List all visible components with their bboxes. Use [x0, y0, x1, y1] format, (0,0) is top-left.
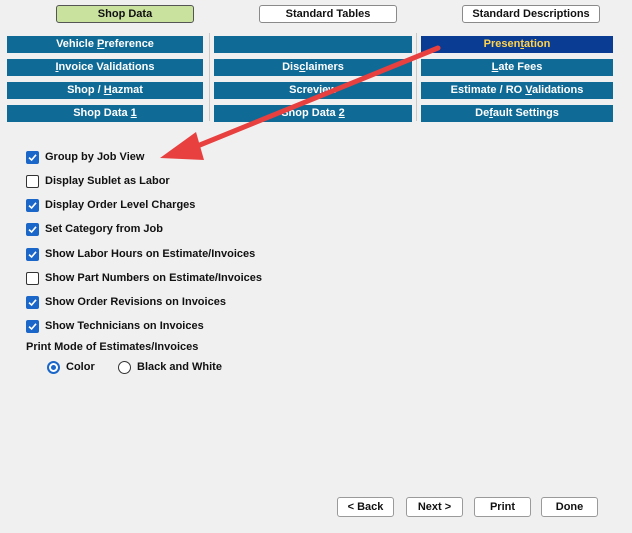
subtab-label-part: ate Fees — [498, 61, 543, 73]
subtab-label-part: nvoice Validations — [58, 61, 155, 73]
subtab-label-part: Shop Data — [73, 107, 131, 119]
subtab-label-part: view — [313, 84, 337, 96]
checkbox-show-technicians-on-invoices[interactable] — [26, 319, 39, 333]
subtab-label-part: ault Settings — [492, 107, 559, 119]
tab-standard-descriptions[interactable]: Standard Descriptions — [462, 5, 600, 23]
subtab-blank[interactable] — [214, 36, 412, 53]
option-show-technicians-on-invoices[interactable]: Show Technicians on Invoices — [26, 319, 204, 333]
subtab-label-part: azmat — [111, 84, 143, 96]
radio-black-and-white[interactable]: Black and White — [118, 360, 222, 374]
annotation-arrow-icon — [160, 45, 441, 160]
subtab-label-part: Shop Data — [281, 107, 339, 119]
radio-color-indicator[interactable] — [47, 360, 60, 374]
subtab-label-part: Shop / — [67, 84, 104, 96]
checkmark-icon — [28, 225, 37, 233]
checkmark-icon — [28, 153, 37, 161]
subtab-label-part: reference — [104, 38, 154, 50]
option-group-by-job-view[interactable]: Group by Job View — [26, 150, 144, 164]
subtab-invoice-validations[interactable]: Invoice Validations — [7, 59, 203, 76]
option-display-sublet-as-labor[interactable]: Display Sublet as Labor — [26, 174, 170, 188]
subtab-late-fees[interactable]: Late Fees — [421, 59, 613, 76]
next-button[interactable]: Next > — [406, 497, 463, 517]
option-label: Show Part Numbers on Estimate/Invoices — [45, 272, 263, 284]
option-label: Display Sublet as Labor — [45, 175, 170, 187]
checkmark-icon — [28, 322, 37, 330]
checkmark-icon — [28, 250, 37, 258]
column-separator — [209, 33, 210, 121]
arrow-head — [160, 132, 204, 160]
column-separator — [416, 33, 417, 121]
checkbox-show-labor-hours-on-estimate-invoices[interactable] — [26, 247, 39, 261]
subtab-label-part: Presen — [483, 38, 521, 50]
subtab-mnemonic: 1 — [130, 107, 137, 119]
option-label: Group by Job View — [45, 151, 145, 163]
checkmark-icon — [28, 298, 37, 306]
subtab-label-part: De — [475, 107, 490, 119]
subtab-label-part: Scre — [289, 84, 313, 96]
option-label: Show Order Revisions on Invoices — [45, 296, 226, 308]
subtab-label-part: Vehicle — [56, 38, 98, 50]
subtab-mnemonic: V — [525, 84, 532, 96]
option-set-category-from-job[interactable]: Set Category from Job — [26, 222, 163, 236]
option-label: Show Labor Hours on Estimate/Invoices — [45, 248, 256, 260]
option-label: Show Technicians on Invoices — [45, 320, 204, 332]
subtab-mnemonic: 2 — [338, 107, 345, 119]
checkbox-display-sublet-as-labor[interactable] — [26, 174, 39, 188]
checkbox-set-category-from-job[interactable] — [26, 222, 39, 236]
option-show-labor-hours-on-estimate-invoices[interactable]: Show Labor Hours on Estimate/Invoices — [26, 247, 255, 261]
subtab-default-settings[interactable]: Default Settings — [421, 105, 613, 122]
subtab-label-part: ation — [524, 38, 551, 50]
radio-color[interactable]: Color — [47, 360, 95, 374]
subtab-label-part: Dis — [282, 61, 300, 73]
option-label: Set Category from Job — [45, 223, 163, 235]
subtab-shop-data-1[interactable]: Shop Data 1 — [7, 105, 203, 122]
back-button[interactable]: < Back — [337, 497, 394, 517]
print-mode-label: Print Mode of Estimates/Invoices — [26, 341, 199, 353]
subtab-vehicle-preference[interactable]: Vehicle Preference — [7, 36, 203, 53]
subtab-label-part: Estimate / RO — [450, 84, 526, 96]
checkbox-display-order-level-charges[interactable] — [26, 198, 39, 212]
print-button[interactable]: Print — [474, 497, 531, 517]
subtab-estimate-ro-validations[interactable]: Estimate / RO Validations — [421, 82, 613, 99]
done-button[interactable]: Done — [541, 497, 598, 517]
subtab-screview[interactable]: Screview — [214, 82, 412, 99]
subtab-label-part: laimers — [305, 61, 344, 73]
subtab-disclaimers[interactable]: Disclaimers — [214, 59, 412, 76]
option-show-part-numbers-on-estimate-invoices[interactable]: Show Part Numbers on Estimate/Invoices — [26, 271, 262, 285]
tab-standard-tables[interactable]: Standard Tables — [259, 5, 397, 23]
checkbox-show-order-revisions-on-invoices[interactable] — [26, 295, 39, 309]
option-show-order-revisions-on-invoices[interactable]: Show Order Revisions on Invoices — [26, 295, 226, 309]
tab-shop-data[interactable]: Shop Data — [56, 5, 194, 23]
checkbox-group-by-job-view[interactable] — [26, 150, 39, 164]
radio-color-label: Color — [66, 361, 95, 373]
option-display-order-level-charges[interactable]: Display Order Level Charges — [26, 198, 195, 212]
subtab-presentation[interactable]: Presentation — [421, 36, 613, 53]
radio-black-and-white-label: Black and White — [137, 361, 222, 373]
radio-black-and-white-indicator[interactable] — [118, 360, 131, 374]
subtab-mnemonic: H — [103, 84, 112, 96]
option-label: Display Order Level Charges — [45, 199, 196, 211]
subtab-label-part: alidations — [531, 84, 584, 96]
checkbox-show-part-numbers-on-estimate-invoices[interactable] — [26, 271, 39, 285]
subtab-shop-hazmat[interactable]: Shop / Hazmat — [7, 82, 203, 99]
subtab-shop-data-2[interactable]: Shop Data 2 — [214, 105, 412, 122]
checkmark-icon — [28, 201, 37, 209]
